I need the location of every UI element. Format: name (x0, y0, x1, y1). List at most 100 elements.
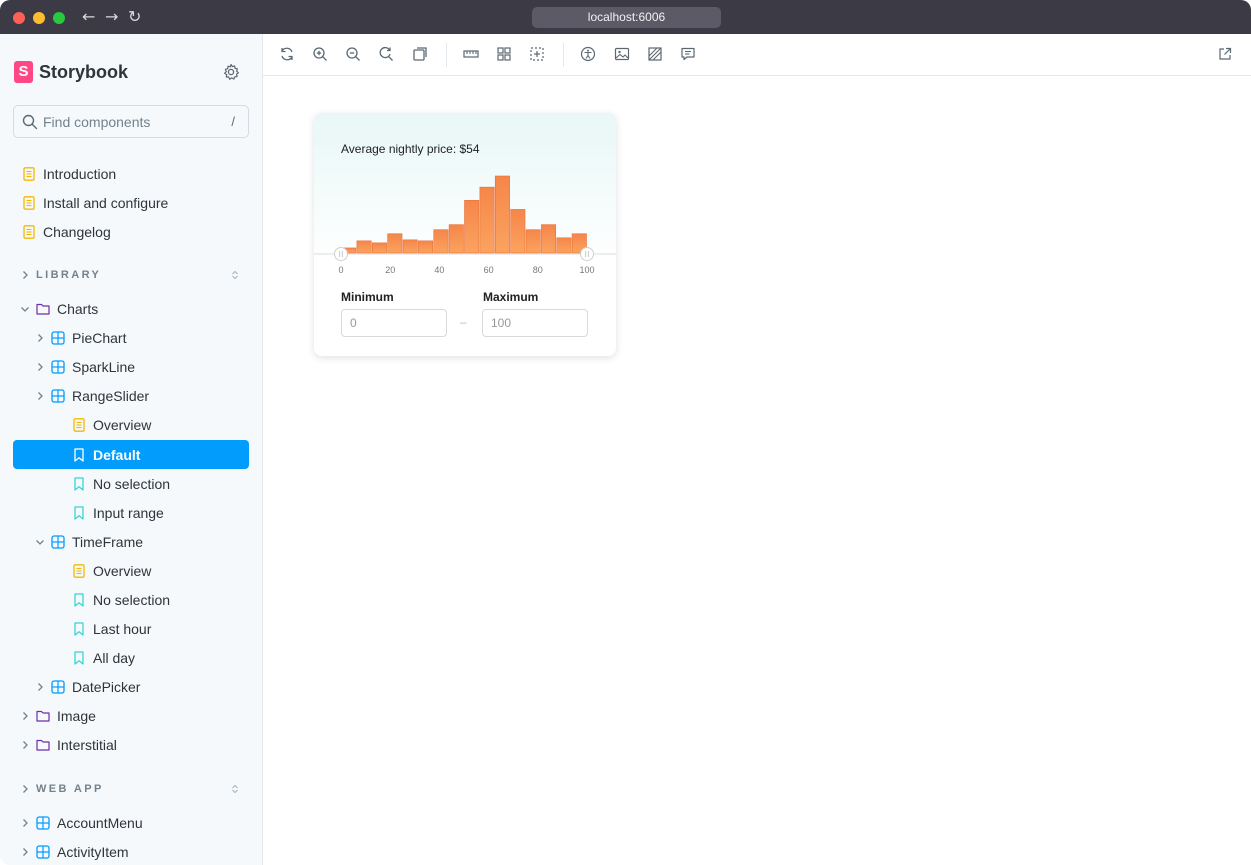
histogram-bar (448, 224, 464, 254)
zoom-reset-icon[interactable] (378, 46, 394, 62)
price-range-card: Average nightly price: $54 0 20 40 60 80 100 … (314, 113, 616, 356)
image-icon[interactable] (614, 46, 630, 62)
sidebar-item-label: Overview (93, 562, 152, 579)
sidebar-item-accountmenu[interactable]: AccountMenu (36, 808, 143, 837)
close-window-button[interactable] (13, 12, 25, 24)
sidebar-item-image[interactable]: Image (36, 701, 96, 730)
chevron-down-icon[interactable] (20, 304, 30, 314)
url-bar[interactable]: localhost:6006 (532, 7, 721, 28)
histogram-bar (525, 229, 541, 254)
comment-icon[interactable] (680, 46, 696, 62)
vision-icon[interactable] (647, 46, 663, 62)
section-library[interactable]: LIBRARY (36, 269, 101, 281)
bookmark-icon (74, 650, 84, 665)
histogram-bar (510, 209, 526, 254)
expand-collapse-icon[interactable] (230, 270, 240, 280)
document-icon (23, 224, 35, 239)
sidebar-item-rs-noselection[interactable]: No selection (72, 469, 170, 498)
chevron-right-icon[interactable] (35, 391, 45, 401)
sidebar-item-label: PieChart (72, 329, 127, 346)
sidebar-item-datepicker[interactable]: DatePicker (51, 672, 140, 701)
sidebar-item-label: Overview (93, 416, 152, 433)
chevron-right-icon[interactable] (20, 711, 30, 721)
chevron-right-icon[interactable] (20, 847, 30, 857)
sidebar-item-tf-noselection[interactable]: No selection (72, 585, 170, 614)
outline-icon[interactable] (529, 46, 545, 62)
bookmark-icon (74, 592, 84, 607)
maximum-input[interactable] (482, 309, 588, 337)
histogram-bar (479, 186, 495, 254)
chevron-down-icon[interactable] (35, 537, 45, 547)
histogram-bar (356, 240, 372, 254)
reload-page-icon[interactable]: ↻ (128, 7, 141, 26)
expand-collapse-icon[interactable] (230, 784, 240, 794)
sidebar-item-tf-lasthour[interactable]: Last hour (72, 614, 151, 643)
minimize-window-button[interactable] (33, 12, 45, 24)
minimum-label: Minimum (341, 290, 394, 304)
chevron-right-icon[interactable] (35, 362, 45, 372)
sidebar-item-interstitial[interactable]: Interstitial (36, 730, 117, 759)
sidebar-item-sparkline[interactable]: SparkLine (51, 352, 135, 381)
sidebar-item-introduction[interactable]: Introduction (22, 159, 116, 188)
histogram-bar (402, 239, 418, 254)
document-icon (23, 166, 35, 181)
sidebar-item-rs-inputrange[interactable]: Input range (72, 498, 164, 527)
sidebar-item-label: No selection (93, 475, 171, 492)
forward-arrow-icon[interactable]: → (105, 7, 118, 26)
sidebar-item-label: ActivityItem (57, 843, 129, 860)
chevron-right-icon[interactable] (20, 784, 30, 794)
folder-icon (36, 303, 50, 315)
search-input[interactable]: Find components / (13, 105, 249, 138)
sidebar-item-tf-allday[interactable]: All day (72, 643, 135, 672)
histogram-bar (433, 229, 449, 254)
grid-icon[interactable] (496, 46, 512, 62)
sidebar-item-label: RangeSlider (72, 387, 150, 404)
section-webapp[interactable]: WEB APP (36, 783, 104, 795)
sidebar-item-tf-overview[interactable]: Overview (72, 556, 151, 585)
chevron-right-icon[interactable] (35, 333, 45, 343)
sidebar-item-label: TimeFrame (72, 533, 144, 550)
sidebar-item-install[interactable]: Install and configure (22, 188, 168, 217)
search-shortcut: / (231, 114, 235, 129)
sidebar-item-timeframe[interactable]: TimeFrame (51, 527, 143, 556)
document-icon (23, 195, 35, 210)
reload-icon[interactable] (279, 46, 295, 62)
histogram-bar (464, 200, 480, 254)
accessibility-icon[interactable] (580, 46, 596, 62)
bookmark-icon (74, 621, 84, 636)
chevron-right-icon[interactable] (20, 818, 30, 828)
zoom-out-icon[interactable] (345, 46, 361, 62)
x-tick-label: 0 (338, 265, 343, 275)
sidebar-item-rs-overview[interactable]: Overview (72, 410, 151, 439)
chevron-right-icon[interactable] (20, 270, 30, 280)
sidebar-item-rangeslider[interactable]: RangeSlider (51, 381, 149, 410)
sidebar-item-charts[interactable]: Charts (36, 294, 98, 323)
storybook-brand[interactable]: S Storybook (14, 60, 128, 84)
measure-icon[interactable] (463, 46, 479, 62)
sidebar-item-label: No selection (93, 591, 171, 608)
component-icon (51, 359, 65, 374)
component-icon (51, 388, 65, 403)
back-arrow-icon[interactable]: ← (82, 7, 95, 26)
sidebar-item-changelog[interactable]: Changelog (22, 217, 111, 246)
gear-icon[interactable] (222, 63, 240, 81)
background-icon[interactable] (412, 46, 428, 62)
zoom-in-icon[interactable] (312, 46, 328, 62)
bookmark-icon (74, 476, 84, 491)
minimum-input[interactable] (341, 309, 447, 337)
sidebar-item-label: Input range (93, 504, 164, 521)
sidebar-item-piechart[interactable]: PieChart (51, 323, 126, 352)
slider-handle-min[interactable] (334, 247, 348, 261)
sidebar-item-activityitem[interactable]: ActivityItem (36, 837, 129, 865)
slider-handle-max[interactable] (580, 247, 594, 261)
chevron-right-icon[interactable] (20, 740, 30, 750)
sidebar-item-rs-default[interactable]: Default (13, 440, 249, 469)
histogram-bar (494, 175, 510, 254)
chevron-right-icon[interactable] (35, 682, 45, 692)
sidebar-item-label: Last hour (93, 620, 152, 637)
open-new-tab-icon[interactable] (1217, 46, 1233, 62)
range-separator: – (460, 315, 467, 329)
x-tick-label: 40 (434, 265, 444, 275)
bookmark-icon (74, 447, 84, 462)
maximize-window-button[interactable] (53, 12, 65, 24)
